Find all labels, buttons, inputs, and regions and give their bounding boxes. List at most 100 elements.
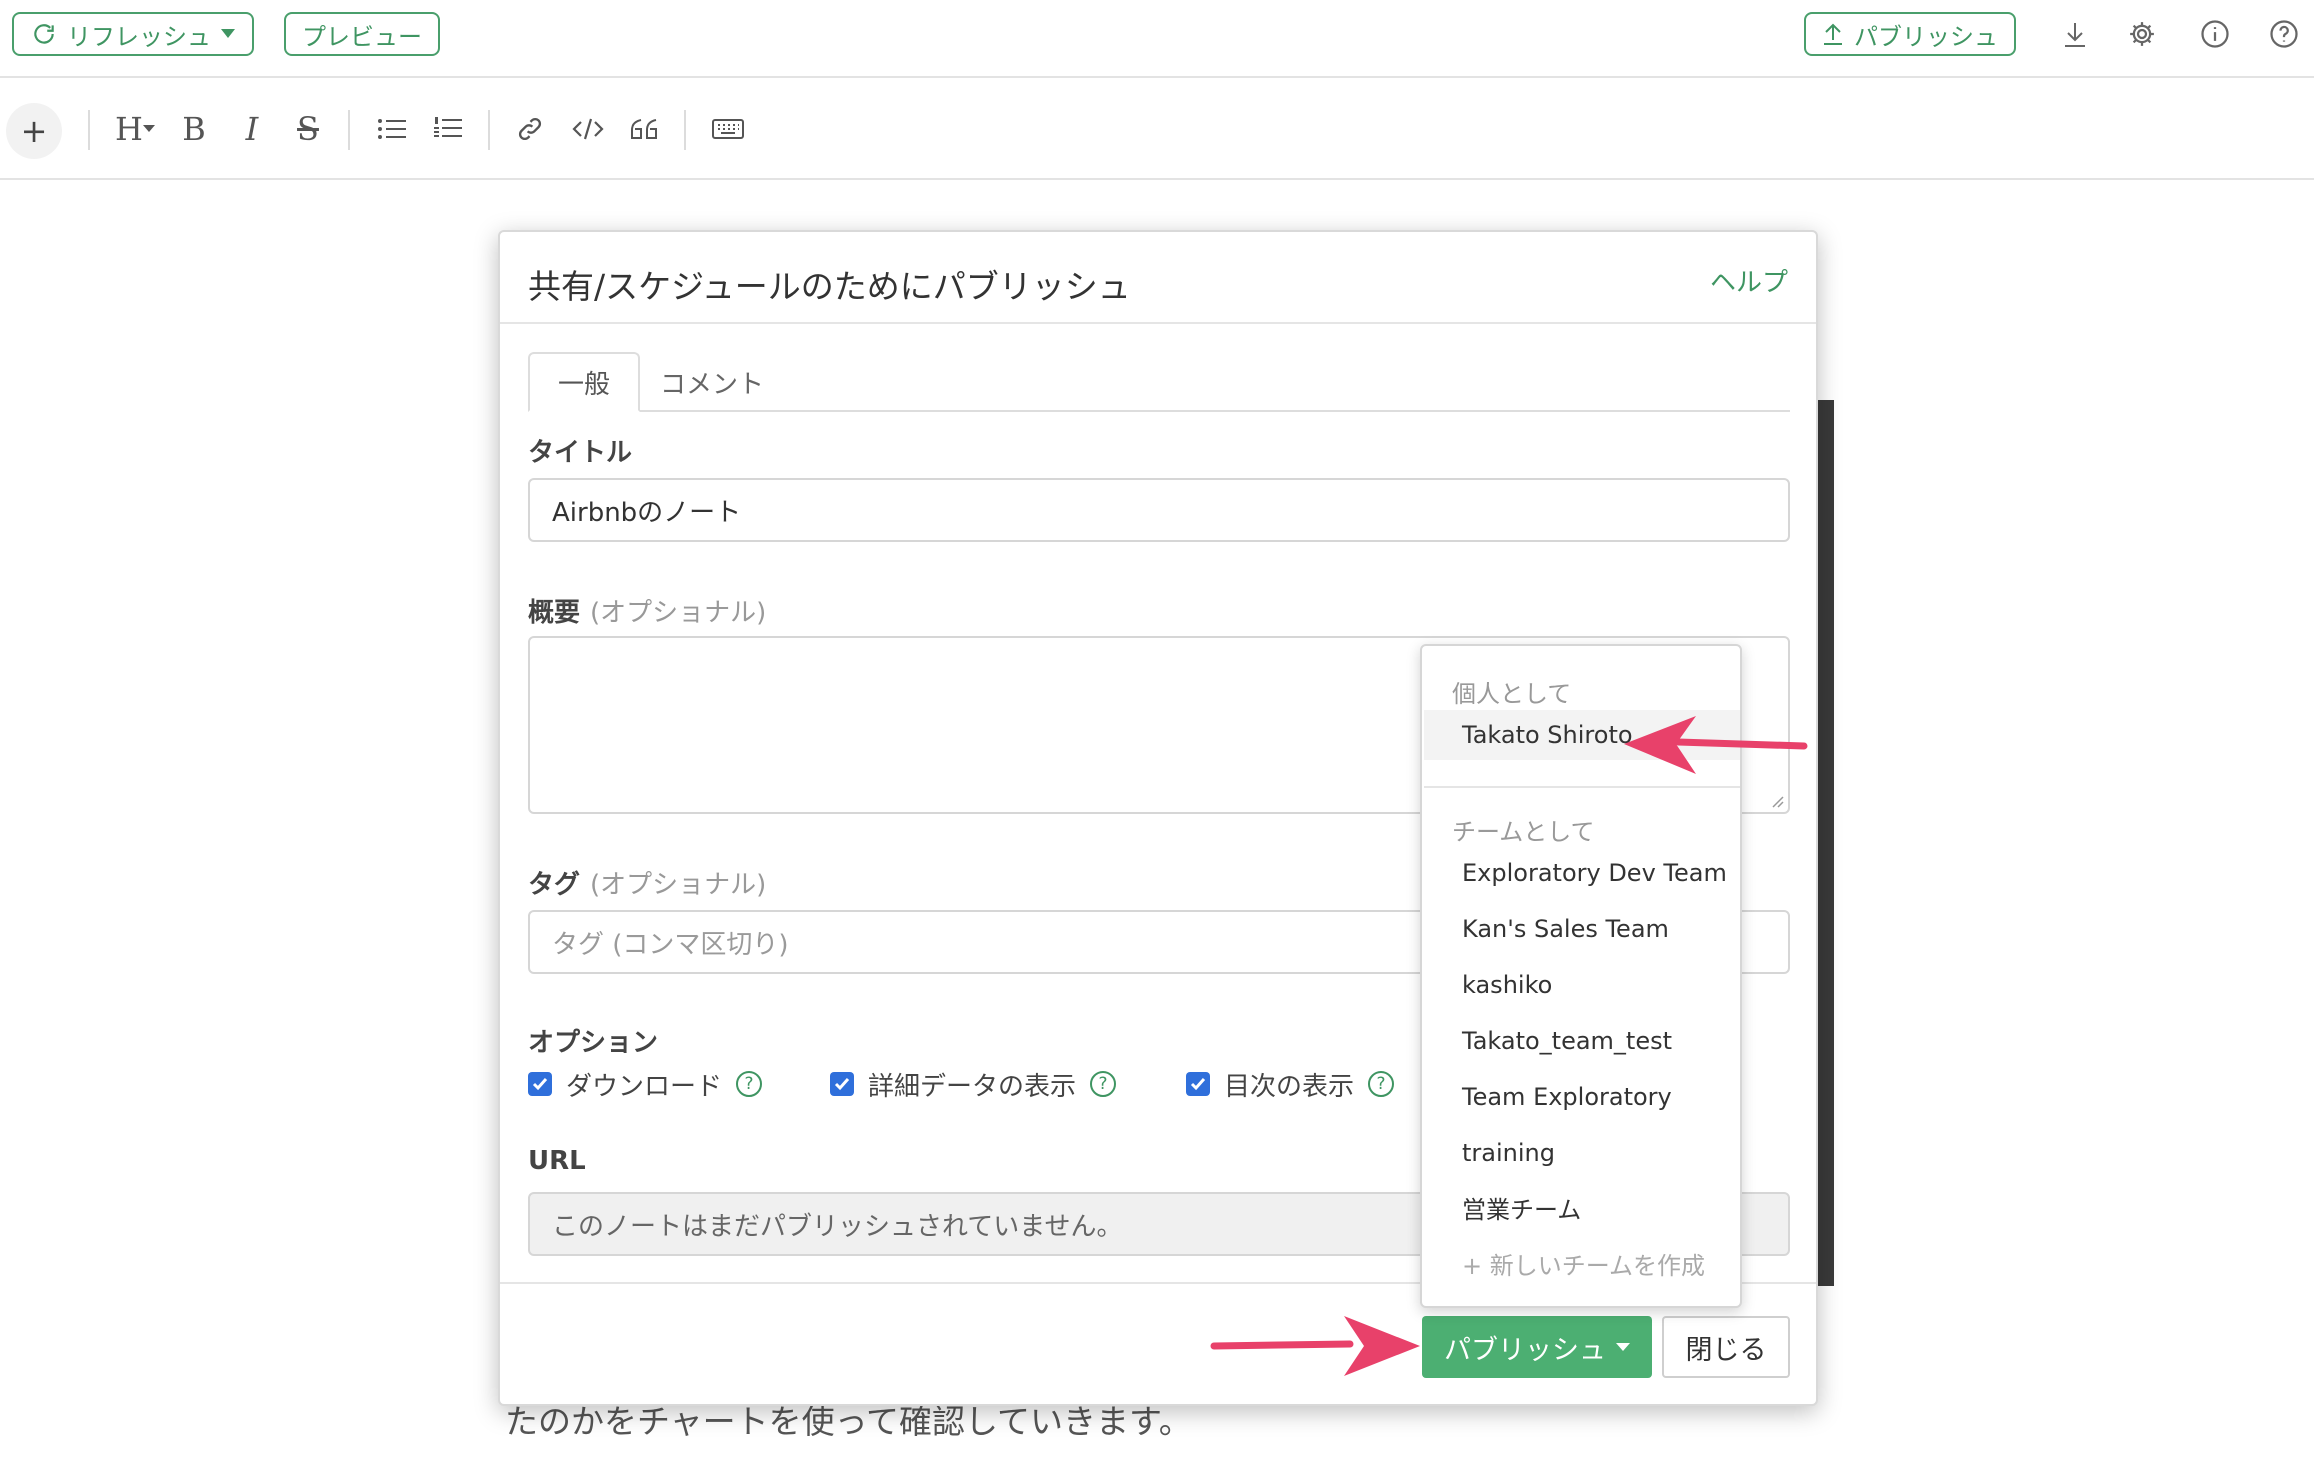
keyboard-button[interactable]	[706, 104, 750, 154]
dropdown-item-label: Takato_team_test	[1462, 1027, 1673, 1055]
publish-button-label: パブリッシュ	[1444, 1334, 1606, 1366]
help-icon[interactable]	[2264, 14, 2304, 54]
optional-hint: (オプショナル)	[590, 598, 767, 628]
toolbar-separator	[88, 110, 90, 150]
strike-label: S	[297, 110, 319, 148]
tab-comment[interactable]: コメント	[642, 352, 782, 412]
option-download[interactable]: ダウンロード ?	[528, 1064, 763, 1104]
download-icon[interactable]	[2055, 14, 2095, 54]
title-label: タイトル	[528, 432, 632, 469]
dropdown-item-team[interactable]: training	[1424, 1128, 1740, 1178]
link-button[interactable]	[508, 104, 552, 154]
question-icon[interactable]: ?	[736, 1071, 763, 1097]
top-bar: リフレッシュ プレビュー パブリッシュ	[0, 0, 2314, 78]
create-team-label: + 新しいチームを作成	[1462, 1251, 1706, 1280]
add-label: +	[20, 112, 48, 150]
bullet-list-icon	[378, 119, 406, 139]
dropdown-item-label: kashiko	[1462, 971, 1553, 999]
strikethrough-button[interactable]: S	[286, 104, 330, 154]
heading-button[interactable]: H	[110, 104, 160, 154]
dropdown-divider	[1424, 786, 1740, 788]
caret-down-icon	[1616, 1342, 1630, 1351]
italic-label: I	[245, 110, 259, 148]
question-icon[interactable]: ?	[1368, 1071, 1395, 1097]
optional-hint: (オプショナル)	[590, 870, 767, 900]
tags-label: タグ (オプショナル)	[528, 864, 766, 901]
option-show-data[interactable]: 詳細データの表示 ?	[830, 1064, 1117, 1104]
summary-label: 概要 (オプショナル)	[528, 592, 766, 629]
numbered-list-button[interactable]	[426, 104, 470, 154]
checkbox-checked-icon[interactable]	[830, 1072, 854, 1096]
title-input-value: Airbnbのノート	[552, 497, 742, 528]
editor-toolbar: H B I S	[0, 80, 2314, 180]
checkbox-checked-icon[interactable]	[1186, 1072, 1210, 1096]
publish-top-button[interactable]: パブリッシュ	[1804, 12, 2016, 56]
tags-label-text: タグ	[528, 870, 581, 900]
toolbar-separator	[684, 110, 686, 150]
annotation-arrow-icon	[1210, 1316, 1420, 1376]
options-label: オプション	[528, 1022, 658, 1059]
close-button-label: 閉じる	[1685, 1334, 1767, 1366]
dialog-title: 共有/スケジュールのためにパブリッシュ	[528, 267, 1131, 306]
add-block-button[interactable]: +	[6, 103, 62, 159]
dropdown-item-label: Exploratory Dev Team	[1462, 859, 1727, 887]
team-header: チームとして	[1452, 818, 1595, 846]
refresh-button[interactable]: リフレッシュ	[12, 12, 254, 56]
option-label: 目次の表示	[1224, 1071, 1355, 1102]
refresh-label: リフレッシュ	[67, 22, 211, 51]
code-button[interactable]	[566, 104, 610, 154]
create-team-item[interactable]: + 新しいチームを作成	[1424, 1238, 1740, 1288]
background-image-edge	[1818, 400, 1834, 1286]
preview-label: プレビュー	[302, 22, 422, 51]
quote-icon	[631, 119, 657, 139]
dropdown-item-label: 営業チーム	[1462, 1195, 1582, 1224]
dropdown-item-team[interactable]: Takato_team_test	[1424, 1016, 1740, 1066]
option-show-toc[interactable]: 目次の表示 ?	[1186, 1064, 1395, 1104]
dropdown-item-team[interactable]: Kan's Sales Team	[1424, 904, 1740, 954]
url-label-text: URL	[528, 1146, 586, 1176]
info-icon[interactable]	[2195, 14, 2235, 54]
close-button[interactable]: 閉じる	[1662, 1316, 1790, 1378]
publish-button[interactable]: パブリッシュ	[1422, 1316, 1652, 1378]
dialog-header-divider	[500, 322, 1816, 324]
dropdown-item-team[interactable]: Team Exploratory	[1424, 1072, 1740, 1122]
bold-label: B	[182, 110, 206, 148]
link-icon	[518, 117, 542, 141]
quote-button[interactable]	[622, 104, 666, 154]
toolbar-separator	[488, 110, 490, 150]
dropdown-item-team[interactable]: Exploratory Dev Team	[1424, 848, 1740, 898]
toolbar-separator	[348, 110, 350, 150]
upload-icon	[1824, 23, 1842, 45]
keyboard-icon	[712, 119, 744, 139]
help-link[interactable]: ヘルプ	[1710, 262, 1788, 299]
dropdown-item-team[interactable]: kashiko	[1424, 960, 1740, 1010]
tab-general[interactable]: 一般	[528, 352, 640, 412]
bullet-list-button[interactable]	[370, 104, 414, 154]
bold-button[interactable]: B	[172, 104, 216, 154]
dropdown-item-team[interactable]: 営業チーム	[1424, 1182, 1740, 1232]
tags-placeholder: タグ (コンマ区切り)	[552, 929, 789, 960]
option-label: ダウンロード	[566, 1071, 723, 1102]
italic-button[interactable]: I	[230, 104, 274, 154]
annotation-arrow-icon	[1624, 716, 1808, 774]
code-icon	[572, 118, 604, 140]
publish-top-label: パブリッシュ	[1854, 22, 1998, 51]
title-label-text: タイトル	[528, 438, 633, 468]
dropdown-item-label: Team Exploratory	[1462, 1083, 1672, 1111]
question-icon[interactable]: ?	[1090, 1071, 1117, 1097]
resize-handle-icon[interactable]	[1770, 794, 1784, 808]
numbered-list-icon	[434, 117, 462, 137]
options-label-text: オプション	[528, 1028, 659, 1058]
url-field-value: このノートはまだパブリッシュされていません。	[552, 1211, 1123, 1242]
option-label: 詳細データの表示	[868, 1071, 1077, 1102]
refresh-icon	[34, 24, 54, 44]
caret-down-icon	[142, 125, 155, 132]
checkbox-checked-icon[interactable]	[528, 1072, 552, 1096]
personal-header: 個人として	[1452, 680, 1572, 708]
preview-button[interactable]: プレビュー	[284, 12, 440, 56]
heading-label: H	[115, 110, 143, 148]
gear-icon[interactable]	[2122, 14, 2162, 54]
title-input[interactable]: Airbnbのノート	[528, 478, 1790, 542]
dropdown-item-label: Takato Shiroto	[1462, 721, 1633, 749]
dropdown-item-label: training	[1462, 1139, 1555, 1167]
